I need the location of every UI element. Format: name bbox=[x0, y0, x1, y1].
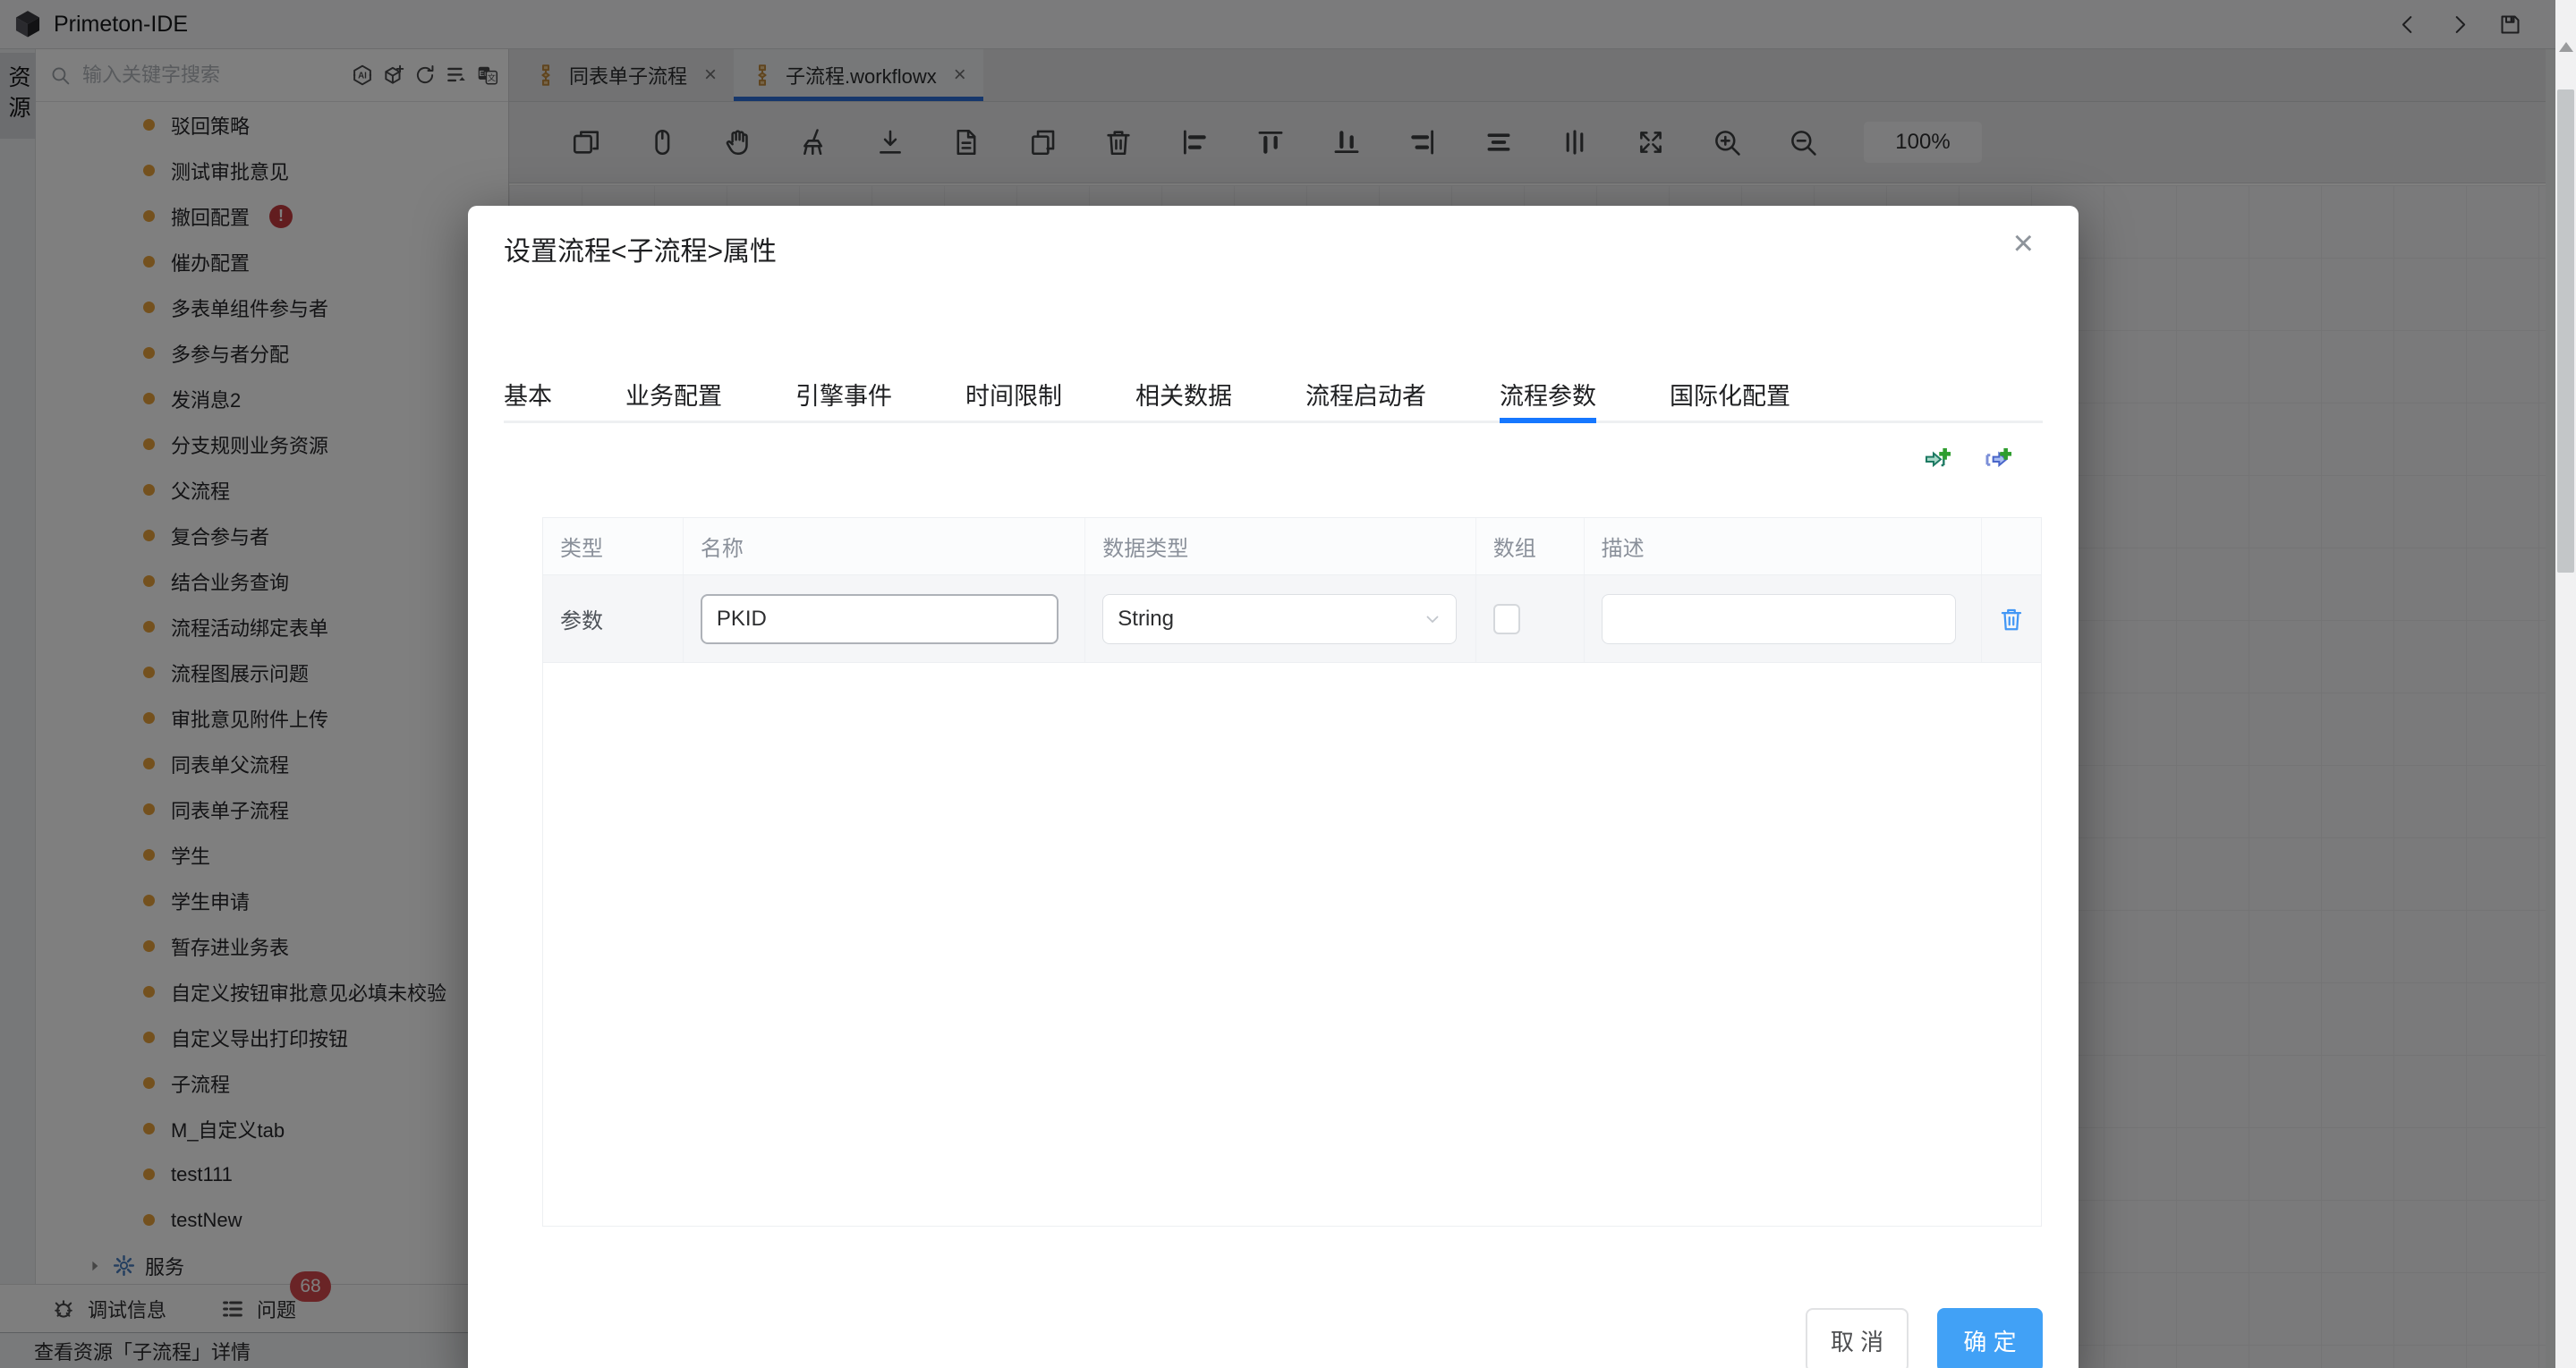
column-header bbox=[1982, 518, 2041, 574]
param-table-row: 参数 String bbox=[543, 575, 2041, 663]
param-action-cell bbox=[1982, 575, 2041, 662]
modal-tab-item[interactable]: 时间限制 bbox=[965, 367, 1062, 421]
param-desc-input[interactable] bbox=[1602, 594, 1956, 644]
param-name-cell bbox=[684, 575, 1085, 662]
modal-tab-item[interactable]: 国际化配置 bbox=[1670, 367, 1790, 421]
scrollbar-up-arrow-icon[interactable] bbox=[2555, 36, 2576, 57]
cancel-button[interactable]: 取 消 bbox=[1806, 1308, 1909, 1368]
column-header: 数组 bbox=[1476, 518, 1585, 574]
param-table-empty-area bbox=[543, 663, 2041, 1226]
window-scrollbar[interactable] bbox=[2555, 0, 2576, 1368]
modal-title: 设置流程<子流程>属性 bbox=[504, 229, 777, 268]
param-name-input[interactable] bbox=[701, 594, 1058, 644]
column-header: 描述 bbox=[1585, 518, 1982, 574]
param-table: 类型名称数据类型数组描述参数String bbox=[542, 517, 2042, 1227]
modal-tab-item[interactable]: 引擎事件 bbox=[795, 367, 892, 421]
add-ref-param-icon[interactable] bbox=[1984, 446, 2012, 474]
close-icon[interactable]: × bbox=[2013, 225, 2034, 261]
scrollbar-thumb[interactable] bbox=[2557, 89, 2574, 573]
param-datatype-cell: String bbox=[1085, 575, 1475, 662]
modal-tab-item[interactable]: 基本 bbox=[504, 367, 552, 421]
array-checkbox[interactable] bbox=[1493, 604, 1520, 634]
param-desc-cell bbox=[1585, 575, 1982, 662]
param-type-cell: 参数 bbox=[543, 575, 684, 662]
modal-tab-item[interactable]: 相关数据 bbox=[1135, 367, 1232, 421]
column-header: 数据类型 bbox=[1085, 518, 1475, 574]
confirm-button[interactable]: 确 定 bbox=[1937, 1308, 2043, 1368]
modal-tab-active[interactable]: 流程参数 bbox=[1500, 367, 1596, 421]
param-add-toolbar bbox=[1923, 446, 2012, 474]
column-header: 名称 bbox=[684, 518, 1085, 574]
param-array-cell bbox=[1476, 575, 1585, 662]
modal-tab-item[interactable]: 流程启动者 bbox=[1305, 367, 1426, 421]
modal-tab-item[interactable]: 业务配置 bbox=[625, 367, 722, 421]
modal-tabs: 基本 业务配置 引擎事件 时间限制 相关数据 流程启动者 流程参数 国际化配置 bbox=[504, 367, 2043, 423]
datatype-select-value: String bbox=[1118, 607, 1174, 632]
param-table-header: 类型名称数据类型数组描述 bbox=[543, 518, 2041, 575]
column-header: 类型 bbox=[543, 518, 684, 574]
row-delete-trash-icon[interactable] bbox=[1998, 605, 2025, 633]
app-window: Primeton-IDE 资源 AIEn文 驳回策略测试审批意见撤回配置!催办配… bbox=[0, 0, 2576, 1368]
add-param-icon[interactable] bbox=[1923, 446, 1951, 474]
datatype-select[interactable]: String bbox=[1102, 594, 1457, 644]
chevron-down-icon bbox=[1422, 608, 1443, 630]
process-properties-modal: 设置流程<子流程>属性 × 基本 业务配置 引擎事件 时间限制 相关数据 流程启动者 流程参… bbox=[468, 206, 2079, 1368]
